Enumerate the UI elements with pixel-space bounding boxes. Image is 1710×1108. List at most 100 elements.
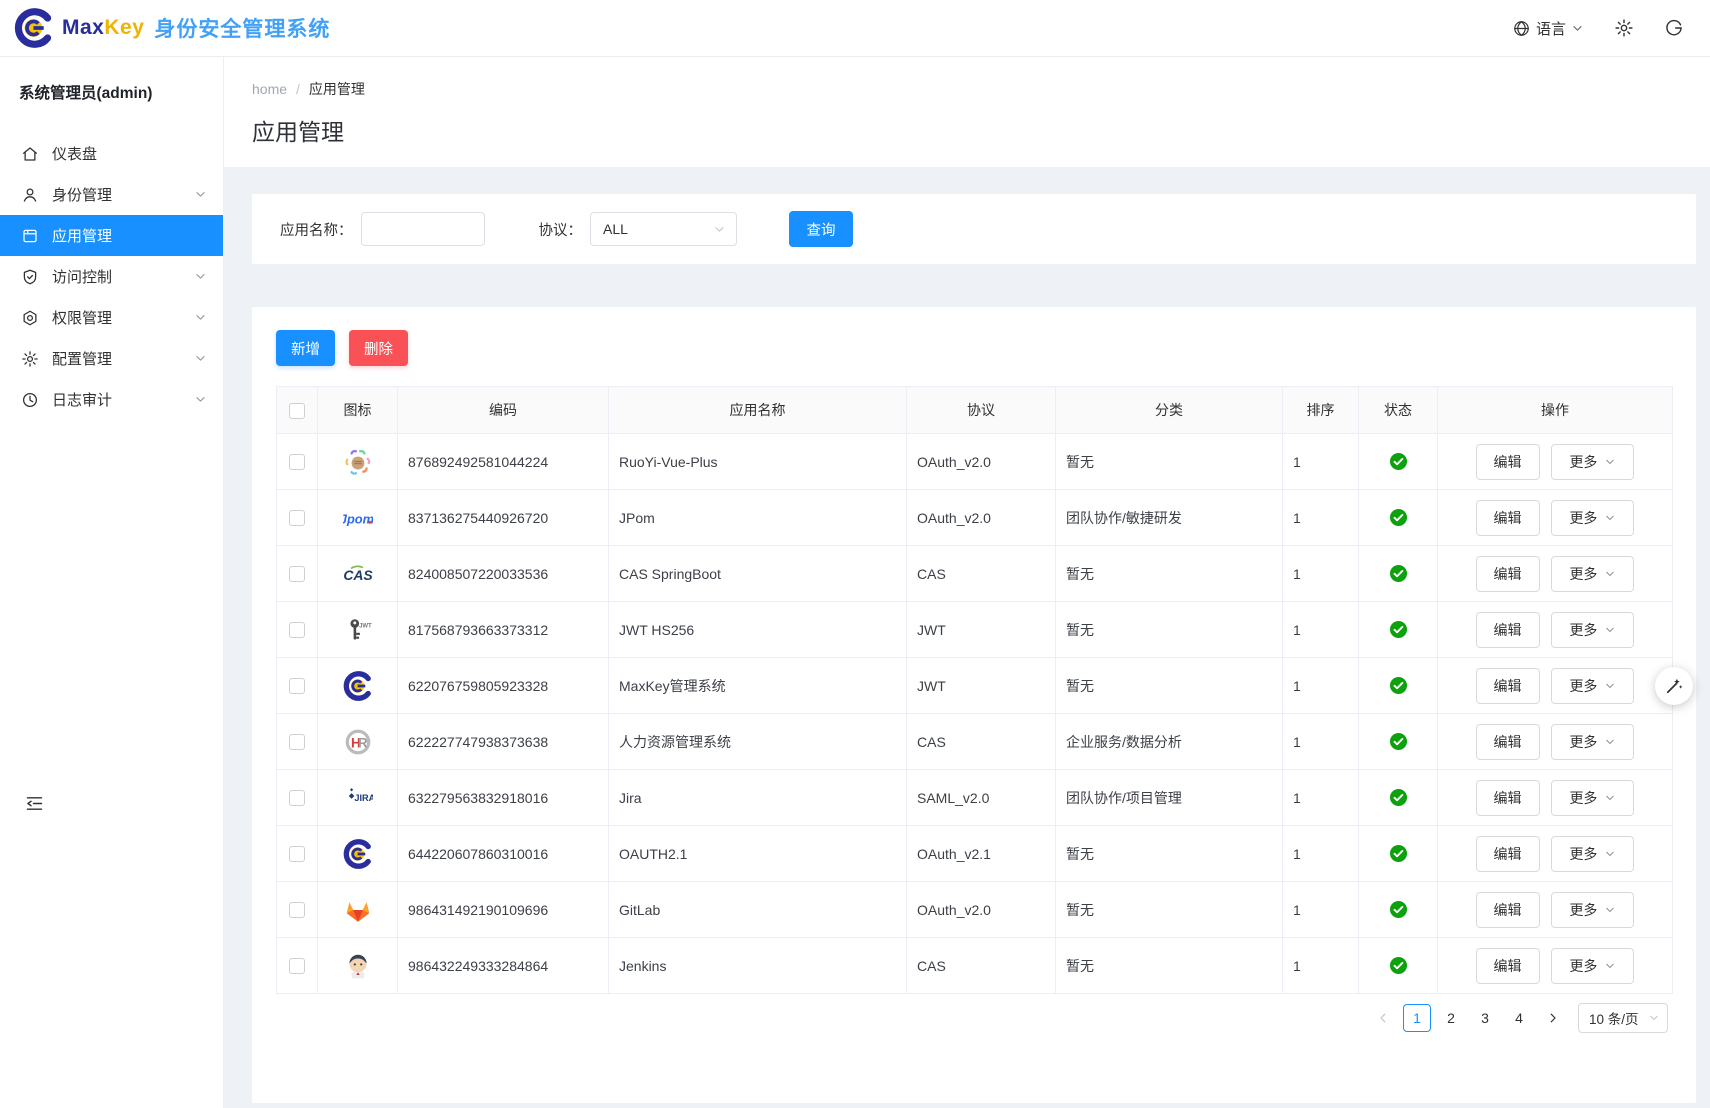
more-button-label: 更多 [1569, 452, 1597, 472]
app-code: 644220607860310016 [398, 826, 609, 882]
more-button[interactable]: 更多 [1551, 556, 1634, 592]
page-button-3[interactable]: 3 [1471, 1004, 1499, 1032]
globe-icon [1512, 19, 1531, 38]
app-category: 团队协作/敏捷研发 [1056, 490, 1283, 546]
edit-button[interactable]: 编辑 [1476, 444, 1540, 480]
sidebar-item-label: 身份管理 [52, 184, 112, 205]
sidebar-item-identity[interactable]: 身份管理 [0, 174, 223, 215]
more-button[interactable]: 更多 [1551, 948, 1634, 984]
edit-button[interactable]: 编辑 [1476, 612, 1540, 648]
app-sort: 1 [1283, 882, 1359, 938]
edit-button[interactable]: 编辑 [1476, 948, 1540, 984]
app-name-input[interactable] [361, 212, 485, 246]
more-button[interactable]: 更多 [1551, 444, 1634, 480]
floating-tool-button[interactable] [1655, 667, 1693, 705]
next-page-button[interactable] [1540, 1004, 1566, 1032]
prev-page-button[interactable] [1370, 1004, 1396, 1032]
language-switcher[interactable]: 语言 [1512, 18, 1584, 39]
chevron-down-icon [1604, 456, 1616, 468]
more-button[interactable]: 更多 [1551, 836, 1634, 872]
app-code: 632279563832918016 [398, 770, 609, 826]
app-name: JPom [609, 490, 907, 546]
sidebar-item-audit[interactable]: 日志审计 [0, 379, 223, 420]
app-protocol: SAML_v2.0 [907, 770, 1056, 826]
delete-button[interactable]: 删除 [349, 330, 408, 366]
clock-icon [21, 391, 39, 409]
page-button-4[interactable]: 4 [1505, 1004, 1533, 1032]
edit-button[interactable]: 编辑 [1476, 556, 1540, 592]
row-checkbox[interactable] [289, 846, 305, 862]
page-button-1[interactable]: 1 [1403, 1004, 1431, 1032]
select-all-checkbox[interactable] [289, 403, 305, 419]
cas-logo-icon: CAS [343, 559, 373, 589]
row-checkbox[interactable] [289, 622, 305, 638]
edit-button[interactable]: 编辑 [1476, 836, 1540, 872]
row-checkbox[interactable] [289, 790, 305, 806]
sidebar-item-dashboard[interactable]: 仪表盘 [0, 133, 223, 174]
app-name: GitLab [609, 882, 907, 938]
jpom-logo-icon: Jpom [343, 503, 373, 533]
page-button-2[interactable]: 2 [1437, 1004, 1465, 1032]
sidebar-item-config[interactable]: 配置管理 [0, 338, 223, 379]
app-sort: 1 [1283, 714, 1359, 770]
breadcrumb-current: 应用管理 [309, 79, 365, 99]
app-category: 暂无 [1056, 546, 1283, 602]
jwt-logo-icon: JWT [343, 615, 373, 645]
table-row: JIRA 632279563832918016 Jira SAML_v2.0 团… [277, 770, 1673, 826]
breadcrumb-home[interactable]: home [252, 81, 287, 97]
row-checkbox[interactable] [289, 454, 305, 470]
more-button[interactable]: 更多 [1551, 724, 1634, 760]
brand-text-max: Max [62, 16, 104, 40]
breadcrumb: home / 应用管理 [252, 79, 1682, 99]
status-enabled-icon [1389, 788, 1408, 807]
app-name: RuoYi-Vue-Plus [609, 434, 907, 490]
row-checkbox[interactable] [289, 678, 305, 694]
row-checkbox[interactable] [289, 958, 305, 974]
app-sort: 1 [1283, 770, 1359, 826]
more-button[interactable]: 更多 [1551, 612, 1634, 648]
table-row: 644220607860310016 OAUTH2.1 OAuth_v2.1 暂… [277, 826, 1673, 882]
edit-button[interactable]: 编辑 [1476, 780, 1540, 816]
protocol-select[interactable]: ALL [590, 212, 737, 246]
edit-button[interactable]: 编辑 [1476, 668, 1540, 704]
logout-button[interactable] [1664, 18, 1684, 38]
column-header-code: 编码 [398, 387, 609, 434]
more-button[interactable]: 更多 [1551, 780, 1634, 816]
column-header-status: 状态 [1359, 387, 1438, 434]
row-checkbox[interactable] [289, 510, 305, 526]
chevron-down-icon [1571, 22, 1584, 35]
more-button[interactable]: 更多 [1551, 668, 1634, 704]
svg-text:Jpom: Jpom [343, 511, 373, 526]
settings-button[interactable] [1614, 18, 1634, 38]
add-button[interactable]: 新增 [276, 330, 335, 366]
app-code: 824008507220033536 [398, 546, 609, 602]
row-checkbox[interactable] [289, 902, 305, 918]
app-sort: 1 [1283, 658, 1359, 714]
brand-product-title: 身份安全管理系统 [154, 13, 330, 43]
more-button[interactable]: 更多 [1551, 500, 1634, 536]
edit-button[interactable]: 编辑 [1476, 500, 1540, 536]
more-button-label: 更多 [1569, 844, 1597, 864]
edit-button[interactable]: 编辑 [1476, 724, 1540, 760]
chevron-down-icon [1604, 792, 1616, 804]
breadcrumb-separator: / [296, 81, 300, 97]
main-content: home / 应用管理 应用管理 应用名称： 协议： ALL 查询 新增 删除 [224, 57, 1710, 1108]
protocol-label: 协议： [539, 219, 583, 240]
search-button[interactable]: 查询 [789, 211, 853, 247]
chevron-down-icon [1604, 624, 1616, 636]
row-checkbox[interactable] [289, 566, 305, 582]
sidebar-item-permission[interactable]: 权限管理 [0, 297, 223, 338]
app-name: Jira [609, 770, 907, 826]
app-category: 暂无 [1056, 826, 1283, 882]
app-protocol: CAS [907, 938, 1056, 994]
app-sort: 1 [1283, 546, 1359, 602]
sidebar-collapse-button[interactable] [24, 793, 45, 814]
sidebar-item-apps[interactable]: 应用管理 [0, 215, 223, 256]
status-enabled-icon [1389, 508, 1408, 527]
row-checkbox[interactable] [289, 734, 305, 750]
edit-button[interactable]: 编辑 [1476, 892, 1540, 928]
sidebar-item-label: 权限管理 [52, 307, 112, 328]
more-button[interactable]: 更多 [1551, 892, 1634, 928]
page-size-select[interactable]: 10 条/页 [1578, 1003, 1668, 1033]
sidebar-item-access[interactable]: 访问控制 [0, 256, 223, 297]
